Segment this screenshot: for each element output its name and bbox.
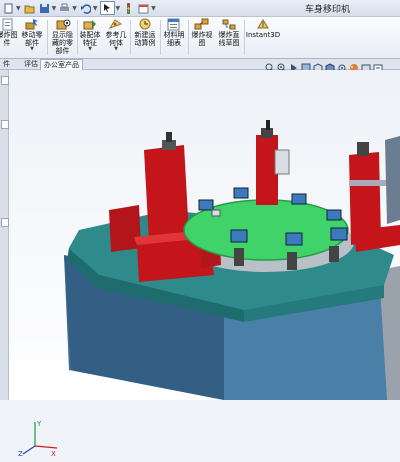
fixture: [330, 227, 348, 241]
view-triad: X Y Z: [17, 418, 63, 458]
tab-office-products[interactable]: 办公室产品: [40, 59, 83, 70]
ribbon-divider: [130, 20, 131, 55]
chevron-down-icon[interactable]: ▼: [16, 5, 21, 12]
collapse-panel-icon[interactable]: [1, 218, 9, 227]
options-icon[interactable]: [137, 2, 150, 14]
triad-z-label: Z: [18, 450, 23, 458]
ribbon-label: 爆炸直 线草图: [218, 31, 240, 47]
explode-line-sketch-button[interactable]: 爆炸直 线草图: [216, 18, 242, 57]
fixture: [198, 199, 214, 211]
chevron-down-icon[interactable]: ▼: [30, 47, 34, 52]
chevron-down-icon[interactable]: ▼: [88, 47, 92, 52]
ribbon-label: 爆炸视 图: [191, 31, 213, 47]
show-hidden-components-button[interactable]: 显示隐 藏的零 部件: [49, 18, 76, 57]
command-manager-ribbon: 爆炸图 件 移动零 部件 ▼ 显示隐 藏的零 部件 装配体 特征 ▼ 参考几 何…: [0, 17, 400, 59]
exploded-view-button[interactable]: 爆炸视 图: [190, 18, 214, 57]
show-hidden-icon: [55, 18, 71, 31]
print-icon[interactable]: [58, 2, 71, 14]
open-icon[interactable]: [23, 2, 36, 14]
control-panel: [385, 136, 400, 224]
support-leg: [234, 248, 244, 266]
fixture: [285, 232, 303, 246]
triad-y-label: Y: [36, 420, 42, 428]
graphics-area[interactable]: X Y Z: [9, 70, 400, 458]
fixture: [230, 229, 248, 243]
bill-of-materials-button[interactable]: 材料明 细表: [162, 18, 186, 57]
ribbon-divider: [188, 20, 189, 55]
ribbon-label: Instant3D: [245, 31, 281, 39]
title-bar: ▼ ▼ ▼ ▼ ▼ ▼ 车身移印机: [0, 0, 400, 17]
explode-button[interactable]: 爆炸图 件: [0, 18, 18, 57]
document-icon: [0, 18, 15, 31]
instant3d-icon: [255, 18, 271, 31]
move-component-button[interactable]: 移动零 部件 ▼: [19, 18, 45, 57]
quick-access-toolbar: ▼ ▼ ▼ ▼ ▼ ▼: [0, 1, 156, 15]
chevron-down-icon[interactable]: ▼: [72, 5, 77, 12]
ribbon-label: 参考几 何体: [105, 31, 127, 47]
ribbon-label: 移动零 部件: [21, 31, 43, 47]
select-icon[interactable]: [99, 1, 115, 15]
chevron-down-icon[interactable]: ▼: [93, 5, 98, 12]
new-motion-study-button[interactable]: 新建运 动算例: [132, 18, 158, 57]
right-print-head: [357, 142, 369, 156]
center-mechanism: [274, 149, 290, 175]
chevron-down-icon[interactable]: ▼: [116, 5, 121, 12]
ribbon-label: 显示隐 藏的零 部件: [52, 31, 73, 55]
reference-geometry-button[interactable]: 参考几 何体 ▼: [104, 18, 128, 57]
left-print-head-top: [166, 132, 172, 142]
assembly-model[interactable]: [9, 70, 400, 400]
assembly-feature-icon: [82, 18, 98, 31]
motion-study-icon: [137, 18, 153, 31]
exploded-view-icon: [194, 18, 210, 31]
ribbon-label: 材料明 细表: [163, 31, 185, 47]
feature-manager-strip: [0, 70, 9, 400]
tab-parts[interactable]: 件: [0, 59, 13, 69]
ribbon-divider: [47, 20, 48, 55]
bom-icon: [166, 18, 182, 31]
move-component-icon: [24, 18, 40, 31]
expand-panel-icon[interactable]: [1, 120, 9, 129]
chevron-down-icon[interactable]: ▼: [151, 5, 156, 12]
new-icon[interactable]: [2, 2, 15, 14]
support-leg: [329, 246, 339, 262]
ribbon-divider: [244, 20, 245, 55]
undo-icon[interactable]: [79, 2, 92, 14]
ribbon-label: 爆炸图 件: [0, 31, 18, 47]
reference-geometry-icon: [108, 18, 124, 31]
support-leg: [287, 252, 297, 270]
left-red-frame: [144, 145, 189, 242]
chevron-down-icon[interactable]: ▼: [114, 47, 118, 52]
fixture: [233, 187, 249, 199]
ribbon-label: 装配体 特征: [79, 31, 101, 47]
instant3d-button[interactable]: Instant3D: [246, 18, 280, 57]
feature-tree-toggle-icon[interactable]: [1, 76, 9, 85]
left-red-box: [109, 205, 141, 252]
rebuild-icon[interactable]: [122, 2, 135, 14]
chevron-down-icon[interactable]: ▼: [52, 5, 57, 12]
save-icon[interactable]: [38, 2, 51, 14]
fixture: [291, 193, 307, 205]
center-post-rod: [266, 120, 270, 130]
assembly-features-button[interactable]: 装配体 特征 ▼: [78, 18, 102, 57]
fixture-clamp: [211, 209, 221, 217]
triad-x-label: X: [51, 450, 56, 458]
tab-evaluate[interactable]: 评估: [21, 59, 41, 69]
ribbon-label: 新建运 动算例: [134, 31, 156, 47]
fixture: [326, 209, 342, 221]
explode-line-icon: [221, 18, 237, 31]
window-title: 车身移印机: [305, 5, 351, 15]
ribbon-divider: [160, 20, 161, 55]
